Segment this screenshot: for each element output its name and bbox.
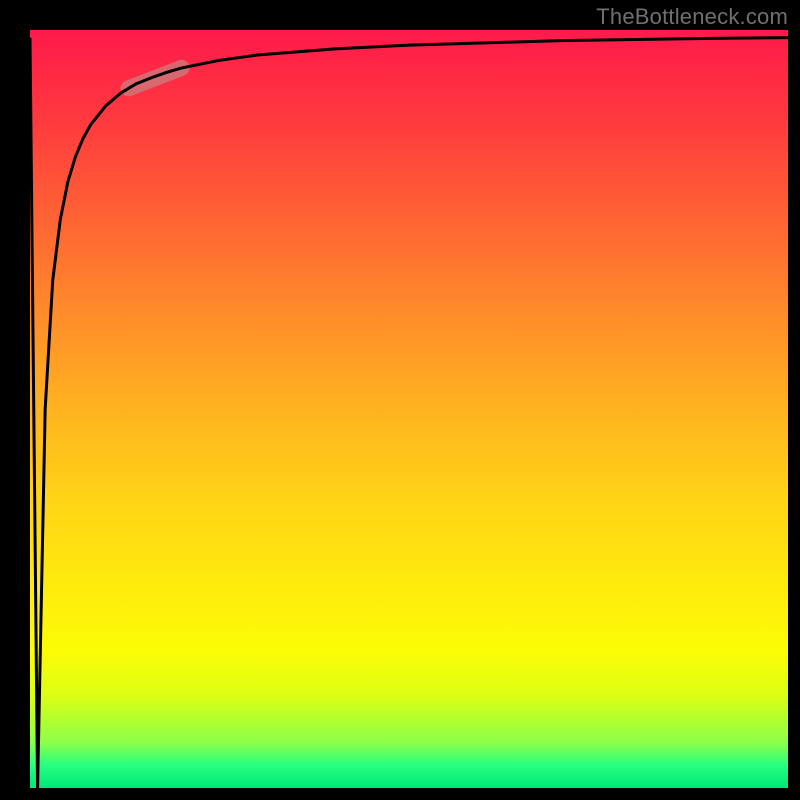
chart-svg: [30, 30, 788, 788]
bottleneck-curve: [30, 38, 788, 788]
watermark-text: TheBottleneck.com: [596, 4, 788, 30]
